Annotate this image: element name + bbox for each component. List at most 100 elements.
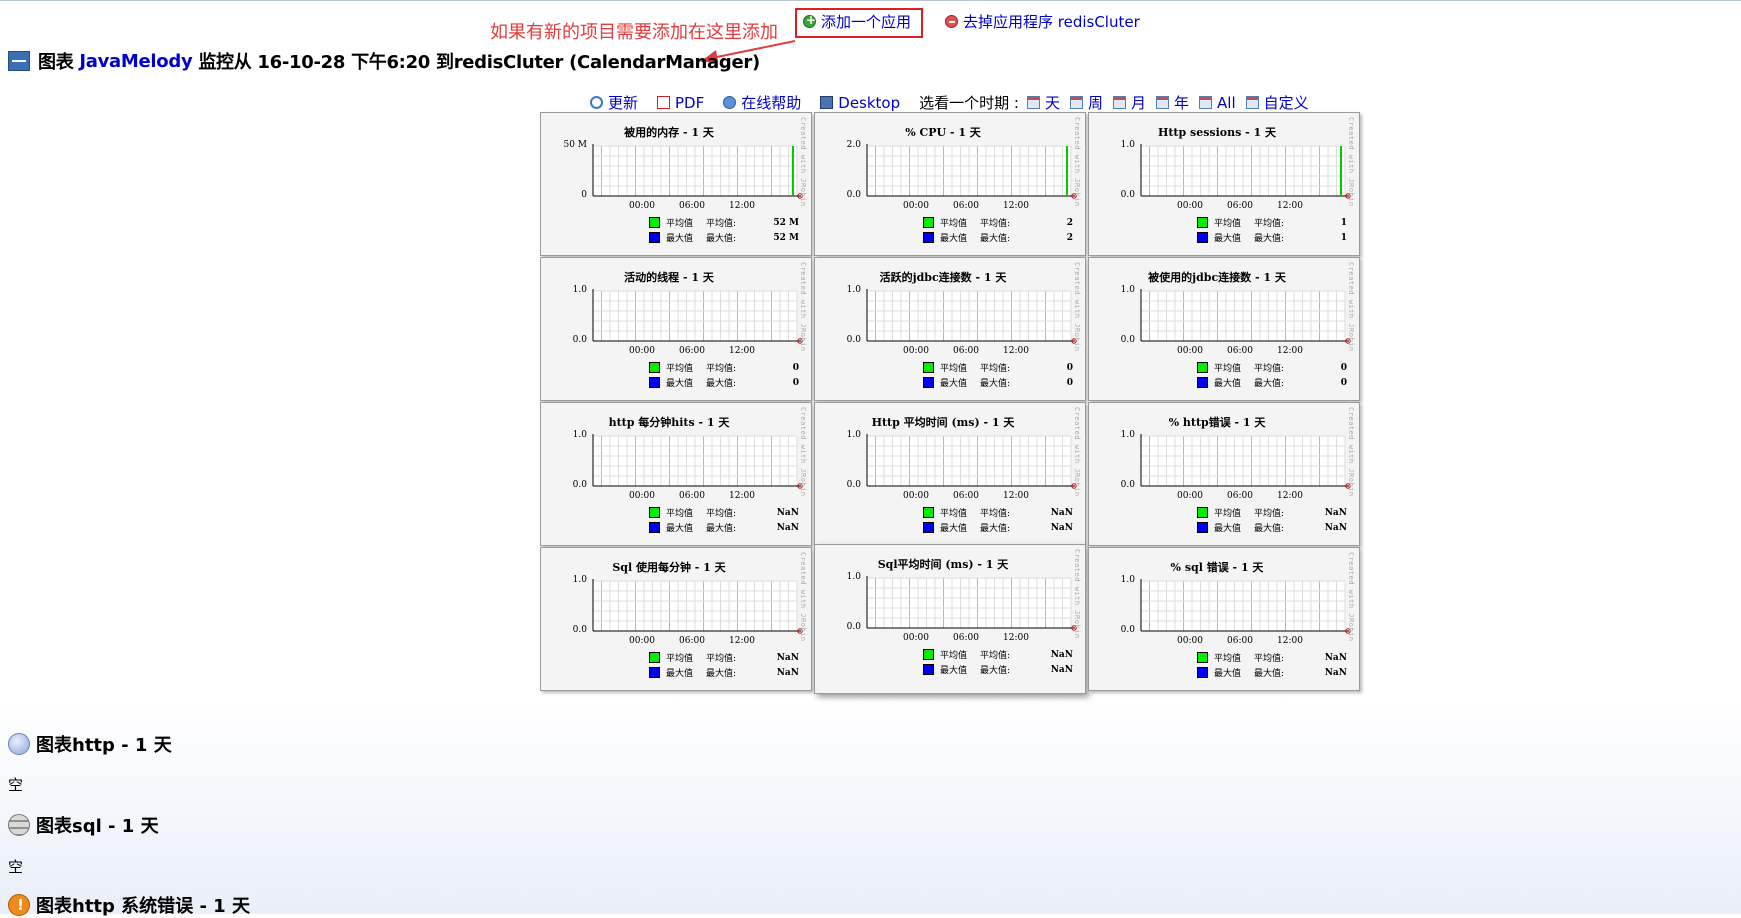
help-link[interactable]: 在线帮助 [723,92,801,113]
legend-max-swatch [923,377,934,388]
legend-max-row: 最大值 最大值: NaN [923,663,1073,676]
legend-max-label: 最大值: [1254,524,1285,534]
x-tick-label: 06:00 [679,636,705,646]
legend-avg-label: 平均值: [980,509,1011,519]
legend-avg-value: NaN [776,652,799,663]
refresh-link[interactable]: 更新 [590,92,638,113]
remove-application-link[interactable]: 去掉应用程序 redisCluter [945,11,1140,32]
remove-icon [945,15,958,28]
desktop-icon [820,96,834,109]
chart-panel[interactable]: % sql 错误 - 1 天 1.0 0.0 00:00 06:00 12:00 Creat… [1088,547,1360,691]
section-sql[interactable]: 图表sql - 1 天 [8,812,159,838]
jrobin-watermark: Created with JRobin [799,262,807,352]
legend-avg-row: 平均值 平均值: 0 [923,361,1073,374]
legend-max-name: 最大值 [940,379,968,389]
legend-avg-label: 平均值: [1254,509,1285,519]
legend-avg-label: 平均值: [980,364,1011,374]
legend-avg-name: 平均值 [666,364,694,374]
add-application-label: 添加一个应用 [821,13,912,31]
calendar-icon [1069,96,1083,109]
jrobin-watermark: Created with JRobin [1073,549,1081,639]
legend-max-row: 最大值 最大值: 2 [923,231,1073,244]
javamelody-app-icon [8,51,30,71]
legend-max-name: 最大值 [1214,379,1242,389]
y-tick-label: 0 [581,190,587,200]
chart-panel[interactable]: Sql 使用每分钟 - 1 天 1.0 0.0 00:00 06:00 12:00 Crea… [540,547,812,691]
legend-avg-name: 平均值 [1214,509,1242,519]
y-tick-label: 1.0 [572,575,587,585]
chart-panel[interactable]: 被用的内存 - 1 天 50 M 0 00:00 06:00 12:00 Created w… [540,112,812,256]
period-month-link[interactable]: 月 [1113,92,1146,113]
legend-avg-value: NaN [1324,652,1347,663]
desktop-label: Desktop [838,93,901,112]
jrobin-watermark: Created with JRobin [1347,552,1355,642]
refresh-icon [590,96,603,109]
y-tick-label: 0.0 [572,335,587,345]
desktop-link[interactable]: Desktop [820,94,900,112]
legend-max-swatch [1197,377,1208,388]
legend-max-name: 最大值 [940,666,968,676]
legend-max-label: 最大值: [1254,669,1285,679]
period-custom-link[interactable]: 自定义 [1245,92,1309,113]
jrobin-watermark: Created with JRobin [799,407,807,497]
x-tick-label: 06:00 [953,491,979,501]
legend-avg-value: NaN [1050,507,1073,518]
x-tick-label: 00:00 [903,201,929,211]
chart-panel[interactable]: 被使用的jdbc连接数 - 1 天 1.0 0.0 00:00 06:00 12:00 Cr… [1088,257,1360,401]
x-tick-label: 06:00 [679,201,705,211]
chart-panel[interactable]: % http错误 - 1 天 1.0 0.0 00:00 06:00 12:00 Creat… [1088,402,1360,546]
chart-title: Http 平均时间 (ms) - 1 天 [871,416,1015,429]
legend-avg-label: 平均值: [706,509,737,519]
section-http-errors-title: 图表http 系统错误 - 1 天 [36,896,250,917]
period-week-link[interactable]: 周 [1069,92,1103,113]
section-http[interactable]: 图表http - 1 天 [8,731,172,757]
y-tick-label: 1.0 [1120,430,1135,440]
x-tick-label: 00:00 [629,346,655,356]
legend-avg-value: 0 [1340,362,1347,373]
legend-avg-value: NaN [1050,649,1073,660]
section-http-title: 图表http - 1 天 [36,735,172,756]
period-day-link[interactable]: 天 [1026,92,1060,113]
legend-max-row: 最大值 最大值: 0 [649,376,799,389]
y-tick-label: 0.0 [1120,335,1135,345]
y-tick-label: 1.0 [572,430,587,440]
calendar-icon [1026,96,1040,109]
pdf-label: PDF [675,93,705,112]
legend-avg-name: 平均值 [940,219,968,229]
legend-max-row: 最大值 最大值: 1 [1197,231,1347,244]
y-tick-label: 0.0 [572,625,587,635]
legend-avg-label: 平均值: [980,219,1011,229]
database-icon [8,814,30,836]
legend-avg-label: 平均值: [1254,364,1285,374]
add-application-link[interactable]: 添加一个应用 [803,11,911,32]
legend-avg-name: 平均值 [666,219,694,229]
y-tick-label: 1.0 [846,430,861,440]
legend-max-row: 最大值 最大值: 52 M [649,231,799,244]
section-http-errors[interactable]: 图表http 系统错误 - 1 天 [8,892,250,918]
chart-panel[interactable]: 活跃的jdbc连接数 - 1 天 1.0 0.0 00:00 06:00 12:00 Cre… [814,257,1086,401]
legend-avg-name: 平均值 [940,651,968,661]
javamelody-link[interactable]: JavaMelody [79,51,192,72]
chart-panel[interactable]: Sql平均时间 (ms) - 1 天 1.0 0.0 00:00 06:00 12:00 C… [814,544,1086,694]
y-tick-label: 1.0 [1120,285,1135,295]
legend-max-name: 最大值 [666,234,694,244]
chart-panel[interactable]: 活动的线程 - 1 天 1.0 0.0 00:00 06:00 12:00 Created … [540,257,812,401]
chart-title: 被使用的jdbc连接数 - 1 天 [1148,271,1286,284]
title-suffix: 监控从 16-10-28 下午6:20 到redisCluter (Calend… [192,52,760,73]
jrobin-watermark: Created with JRobin [1347,407,1355,497]
period-all-link[interactable]: All [1199,94,1236,112]
pdf-link[interactable]: PDF [657,94,704,112]
legend-max-swatch [923,232,934,243]
legend-max-value: 2 [1066,232,1073,243]
period-year-link[interactable]: 年 [1156,92,1189,113]
legend-max-swatch [923,522,934,533]
chart-panel[interactable]: http 每分钟hits - 1 天 1.0 0.0 00:00 06:00 12:00 C… [540,402,812,546]
remove-application-label: 去掉应用程序 redisCluter [963,13,1140,31]
x-tick-label: 12:00 [1277,636,1303,646]
legend-avg-row: 平均值 平均值: 2 [923,216,1073,229]
chart-panel[interactable]: Http 平均时间 (ms) - 1 天 1.0 0.0 00:00 06:00 12:0… [814,402,1086,546]
chart-panel[interactable]: Http sessions - 1 天 1.0 0.0 00:00 06:00 12:00… [1088,112,1360,256]
x-tick-label: 06:00 [1227,491,1253,501]
x-tick-label: 12:00 [1277,346,1303,356]
chart-panel[interactable]: % CPU - 1 天 2.0 0.0 00:00 06:00 12:00 Created … [814,112,1086,256]
